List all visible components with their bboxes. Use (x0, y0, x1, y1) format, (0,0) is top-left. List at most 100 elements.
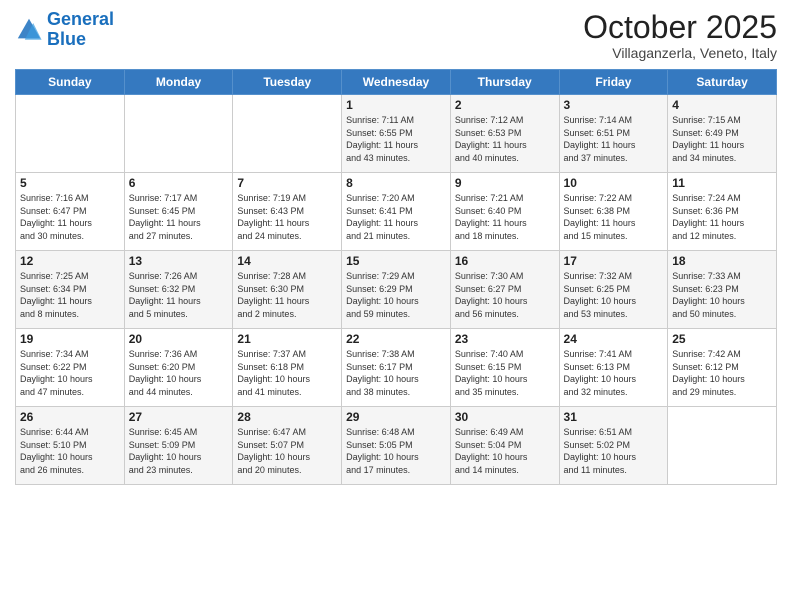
day-number: 22 (346, 332, 446, 346)
cell-info: Sunrise: 7:40 AM Sunset: 6:15 PM Dayligh… (455, 348, 555, 398)
cell-info: Sunrise: 7:28 AM Sunset: 6:30 PM Dayligh… (237, 270, 337, 320)
cell-info: Sunrise: 6:45 AM Sunset: 5:09 PM Dayligh… (129, 426, 229, 476)
logo: General Blue (15, 10, 114, 50)
cell-info: Sunrise: 6:48 AM Sunset: 5:05 PM Dayligh… (346, 426, 446, 476)
calendar-week-3: 12 Sunrise: 7:25 AM Sunset: 6:34 PM Dayli… (16, 251, 777, 329)
cell-info: Sunrise: 7:20 AM Sunset: 6:41 PM Dayligh… (346, 192, 446, 242)
cell-info: Sunrise: 7:37 AM Sunset: 6:18 PM Dayligh… (237, 348, 337, 398)
calendar-cell: 9Sunrise: 7:21 AM Sunset: 6:40 PM Daylig… (450, 173, 559, 251)
calendar-cell: 16 Sunrise: 7:30 AM Sunset: 6:27 PM Dayli… (450, 251, 559, 329)
day-number: 9 (455, 176, 555, 190)
calendar-cell: 30 Sunrise: 6:49 AM Sunset: 5:04 PM Dayli… (450, 407, 559, 485)
cell-info: Sunrise: 6:47 AM Sunset: 5:07 PM Dayligh… (237, 426, 337, 476)
calendar-cell: 25 Sunrise: 7:42 AM Sunset: 6:12 PM Dayli… (668, 329, 777, 407)
cell-info: Sunrise: 7:24 AM Sunset: 6:36 PM Dayligh… (672, 192, 772, 242)
day-number: 7 (237, 176, 337, 190)
day-number: 30 (455, 410, 555, 424)
cell-info: Sunrise: 6:44 AM Sunset: 5:10 PM Dayligh… (20, 426, 120, 476)
day-number: 21 (237, 332, 337, 346)
title-block: October 2025 Villaganzerla, Veneto, Ital… (583, 10, 777, 61)
month-title: October 2025 (583, 10, 777, 45)
day-number: 5 (20, 176, 120, 190)
calendar-cell: 18 Sunrise: 7:33 AM Sunset: 6:23 PM Dayli… (668, 251, 777, 329)
cell-info: Sunrise: 7:30 AM Sunset: 6:27 PM Dayligh… (455, 270, 555, 320)
col-monday: Monday (124, 70, 233, 95)
cell-info: Sunrise: 7:26 AM Sunset: 6:32 PM Dayligh… (129, 270, 229, 320)
calendar-cell: 17Sunrise: 7:32 AM Sunset: 6:25 PM Dayli… (559, 251, 668, 329)
day-number: 25 (672, 332, 772, 346)
cell-info: Sunrise: 7:11 AM Sunset: 6:55 PM Dayligh… (346, 114, 446, 164)
day-number: 28 (237, 410, 337, 424)
day-number: 31 (564, 410, 664, 424)
day-number: 23 (455, 332, 555, 346)
cell-info: Sunrise: 6:51 AM Sunset: 5:02 PM Dayligh… (564, 426, 664, 476)
day-number: 1 (346, 98, 446, 112)
day-number: 13 (129, 254, 229, 268)
calendar-cell: 2Sunrise: 7:12 AM Sunset: 6:53 PM Daylig… (450, 95, 559, 173)
calendar-cell: 26Sunrise: 6:44 AM Sunset: 5:10 PM Dayli… (16, 407, 125, 485)
page: General Blue October 2025 Villaganzerla,… (0, 0, 792, 612)
header: General Blue October 2025 Villaganzerla,… (15, 10, 777, 61)
calendar-cell: 28 Sunrise: 6:47 AM Sunset: 5:07 PM Dayli… (233, 407, 342, 485)
cell-info: Sunrise: 7:19 AM Sunset: 6:43 PM Dayligh… (237, 192, 337, 242)
day-number: 3 (564, 98, 664, 112)
day-number: 29 (346, 410, 446, 424)
calendar-cell (668, 407, 777, 485)
calendar-cell: 3 Sunrise: 7:14 AM Sunset: 6:51 PM Daylig… (559, 95, 668, 173)
calendar-cell: 31 Sunrise: 6:51 AM Sunset: 5:02 PM Dayli… (559, 407, 668, 485)
col-saturday: Saturday (668, 70, 777, 95)
calendar-cell: 11Sunrise: 7:24 AM Sunset: 6:36 PM Dayli… (668, 173, 777, 251)
calendar-cell: 20Sunrise: 7:36 AM Sunset: 6:20 PM Dayli… (124, 329, 233, 407)
day-number: 4 (672, 98, 772, 112)
day-number: 14 (237, 254, 337, 268)
calendar-cell: 27 Sunrise: 6:45 AM Sunset: 5:09 PM Dayli… (124, 407, 233, 485)
day-number: 12 (20, 254, 120, 268)
calendar-cell: 5Sunrise: 7:16 AM Sunset: 6:47 PM Daylig… (16, 173, 125, 251)
logo-text: General Blue (47, 10, 114, 50)
cell-info: Sunrise: 7:29 AM Sunset: 6:29 PM Dayligh… (346, 270, 446, 320)
day-number: 27 (129, 410, 229, 424)
col-thursday: Thursday (450, 70, 559, 95)
calendar-cell: 21 Sunrise: 7:37 AM Sunset: 6:18 PM Dayli… (233, 329, 342, 407)
calendar-cell: 4 Sunrise: 7:15 AM Sunset: 6:49 PM Daylig… (668, 95, 777, 173)
logo-line1: General (47, 9, 114, 29)
calendar-cell: 6 Sunrise: 7:17 AM Sunset: 6:45 PM Daylig… (124, 173, 233, 251)
calendar-header-row: Sunday Monday Tuesday Wednesday Thursday… (16, 70, 777, 95)
day-number: 24 (564, 332, 664, 346)
calendar-cell: 14 Sunrise: 7:28 AM Sunset: 6:30 PM Dayli… (233, 251, 342, 329)
cell-info: Sunrise: 7:25 AM Sunset: 6:34 PM Dayligh… (20, 270, 120, 320)
calendar-cell: 7 Sunrise: 7:19 AM Sunset: 6:43 PM Daylig… (233, 173, 342, 251)
calendar-cell (16, 95, 125, 173)
cell-info: Sunrise: 7:14 AM Sunset: 6:51 PM Dayligh… (564, 114, 664, 164)
logo-icon (15, 16, 43, 44)
calendar-cell: 15Sunrise: 7:29 AM Sunset: 6:29 PM Dayli… (342, 251, 451, 329)
cell-info: Sunrise: 7:38 AM Sunset: 6:17 PM Dayligh… (346, 348, 446, 398)
calendar-cell: 1 Sunrise: 7:11 AM Sunset: 6:55 PM Daylig… (342, 95, 451, 173)
col-wednesday: Wednesday (342, 70, 451, 95)
day-number: 8 (346, 176, 446, 190)
cell-info: Sunrise: 7:17 AM Sunset: 6:45 PM Dayligh… (129, 192, 229, 242)
calendar-cell: 24 Sunrise: 7:41 AM Sunset: 6:13 PM Dayli… (559, 329, 668, 407)
cell-info: Sunrise: 7:41 AM Sunset: 6:13 PM Dayligh… (564, 348, 664, 398)
day-number: 19 (20, 332, 120, 346)
location: Villaganzerla, Veneto, Italy (583, 45, 777, 61)
calendar-cell: 12 Sunrise: 7:25 AM Sunset: 6:34 PM Dayli… (16, 251, 125, 329)
calendar-cell: 8 Sunrise: 7:20 AM Sunset: 6:41 PM Daylig… (342, 173, 451, 251)
calendar-week-5: 26Sunrise: 6:44 AM Sunset: 5:10 PM Dayli… (16, 407, 777, 485)
calendar-cell (233, 95, 342, 173)
col-sunday: Sunday (16, 70, 125, 95)
cell-info: Sunrise: 6:49 AM Sunset: 5:04 PM Dayligh… (455, 426, 555, 476)
cell-info: Sunrise: 7:33 AM Sunset: 6:23 PM Dayligh… (672, 270, 772, 320)
cell-info: Sunrise: 7:36 AM Sunset: 6:20 PM Dayligh… (129, 348, 229, 398)
calendar-cell: 29 Sunrise: 6:48 AM Sunset: 5:05 PM Dayli… (342, 407, 451, 485)
calendar-cell: 22 Sunrise: 7:38 AM Sunset: 6:17 PM Dayli… (342, 329, 451, 407)
cell-info: Sunrise: 7:15 AM Sunset: 6:49 PM Dayligh… (672, 114, 772, 164)
day-number: 18 (672, 254, 772, 268)
cell-info: Sunrise: 7:34 AM Sunset: 6:22 PM Dayligh… (20, 348, 120, 398)
calendar-cell: 10Sunrise: 7:22 AM Sunset: 6:38 PM Dayli… (559, 173, 668, 251)
cell-info: Sunrise: 7:32 AM Sunset: 6:25 PM Dayligh… (564, 270, 664, 320)
calendar-table: Sunday Monday Tuesday Wednesday Thursday… (15, 69, 777, 485)
day-number: 16 (455, 254, 555, 268)
cell-info: Sunrise: 7:42 AM Sunset: 6:12 PM Dayligh… (672, 348, 772, 398)
day-number: 6 (129, 176, 229, 190)
